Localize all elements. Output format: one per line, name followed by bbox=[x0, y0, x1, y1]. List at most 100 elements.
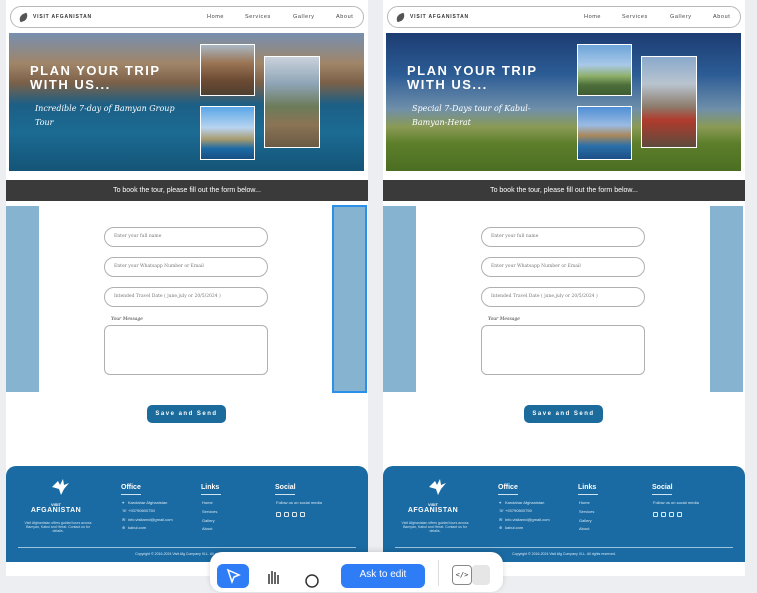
office-address: Kandahar Afghanistan bbox=[128, 500, 168, 505]
date-input[interactable]: Intended Travel Date ( june,july or 20/5… bbox=[104, 287, 268, 307]
globe-icon: ⊕ bbox=[499, 525, 503, 530]
nav-home[interactable]: Home bbox=[207, 14, 224, 20]
links-heading: Links bbox=[578, 484, 597, 491]
message-label: Your Message bbox=[488, 317, 520, 322]
nav-about[interactable]: About bbox=[713, 14, 730, 20]
mail-icon: ✉ bbox=[122, 517, 126, 522]
left-sidebar-panel bbox=[383, 206, 416, 392]
footer-link-gallery[interactable]: Gallery bbox=[579, 518, 592, 523]
social-text: Follow us on social media bbox=[276, 500, 322, 505]
save-and-send-button[interactable]: Save and Send bbox=[147, 405, 226, 423]
herat-minaret-photo bbox=[577, 44, 632, 96]
select-tool-button[interactable] bbox=[217, 564, 249, 588]
nav-gallery[interactable]: Gallery bbox=[293, 14, 315, 20]
nav-about[interactable]: About bbox=[336, 14, 353, 20]
globe-icon: ⊕ bbox=[122, 525, 126, 530]
contact-input[interactable]: Enter your Whatsapp Number or Email bbox=[481, 257, 645, 277]
office-website[interactable]: kabul.com bbox=[505, 525, 523, 530]
links-underline bbox=[201, 494, 221, 495]
footer-link-services[interactable]: Services bbox=[579, 509, 594, 514]
office-heading: Office bbox=[121, 484, 141, 491]
editor-toolbar: Ask to edit </> bbox=[210, 552, 503, 592]
footer-link-home[interactable]: Home bbox=[202, 500, 213, 505]
name-input[interactable]: Enter your full name bbox=[104, 227, 268, 247]
twitter-icon[interactable] bbox=[661, 512, 666, 517]
code-view-icon[interactable]: </> bbox=[452, 565, 472, 585]
logo-text[interactable]: VISIT AFGANISTAN bbox=[410, 14, 469, 20]
date-input[interactable]: Intended Travel Date ( june,july or 20/5… bbox=[481, 287, 645, 307]
office-underline bbox=[498, 494, 518, 495]
social-heading: Social bbox=[652, 484, 673, 491]
comment-tool-button[interactable] bbox=[296, 564, 328, 588]
lake-photo bbox=[200, 106, 255, 160]
logo-text[interactable]: VISIT AFGANISTAN bbox=[33, 14, 92, 20]
footer-divider bbox=[395, 547, 733, 548]
instagram-icon[interactable] bbox=[669, 512, 674, 517]
toolbar-divider bbox=[438, 560, 439, 586]
hero-banner: PLAN YOUR TRIP WITH US... Incredible 7-d… bbox=[9, 33, 364, 171]
mail-icon: ✉ bbox=[499, 517, 503, 522]
footer-brand-large: AFGANISTAN bbox=[407, 507, 459, 514]
links-underline bbox=[578, 494, 598, 495]
contact-input[interactable]: Enter your Whatsapp Number or Email bbox=[104, 257, 268, 277]
hero-subtitle: Special 7-Days tour of Kabul-Bamyan-Hera… bbox=[412, 104, 531, 127]
social-underline bbox=[652, 494, 672, 495]
facebook-icon[interactable] bbox=[276, 512, 281, 517]
location-icon: ⌖ bbox=[122, 500, 125, 505]
navbar: VISIT AFGANISTAN Home Services Gallery A… bbox=[387, 6, 741, 28]
mountain-valley-photo bbox=[264, 56, 320, 148]
nav-services[interactable]: Services bbox=[245, 14, 271, 20]
message-label: Your Message bbox=[111, 317, 143, 322]
hero-subtitle: Incredible 7-day of Bamyan Group Tour bbox=[35, 104, 175, 127]
office-email[interactable]: info.visitarnd@gmail.com bbox=[128, 517, 173, 522]
twitter-icon[interactable] bbox=[284, 512, 289, 517]
instagram-icon[interactable] bbox=[292, 512, 297, 517]
social-underline bbox=[275, 494, 295, 495]
board-left: VISIT AFGANISTAN Home Services Gallery A… bbox=[6, 0, 368, 576]
kabul-hill-photo bbox=[641, 56, 697, 148]
office-address: Kandahar Afghanistan bbox=[505, 500, 545, 505]
leaf-logo-icon bbox=[18, 12, 29, 23]
cursor-icon bbox=[226, 568, 241, 585]
footer-link-services[interactable]: Services bbox=[202, 509, 217, 514]
name-input[interactable]: Enter your full name bbox=[481, 227, 645, 247]
footer-link-home[interactable]: Home bbox=[579, 500, 590, 505]
save-and-send-button[interactable]: Save and Send bbox=[524, 405, 603, 423]
message-textarea[interactable] bbox=[104, 325, 268, 375]
office-website[interactable]: kabul.com bbox=[128, 525, 146, 530]
office-email[interactable]: info.visitarnd@gmail.com bbox=[505, 517, 550, 522]
ask-to-edit-button[interactable]: Ask to edit bbox=[341, 564, 425, 588]
hand-icon bbox=[268, 571, 279, 584]
navbar: VISIT AFGANISTAN Home Services Gallery A… bbox=[10, 6, 364, 28]
footer-description: Visit Afghanistan offers guided tours ac… bbox=[24, 521, 92, 533]
footer-brand-large: AFGANISTAN bbox=[30, 507, 82, 514]
links-heading: Links bbox=[201, 484, 220, 491]
nav-home[interactable]: Home bbox=[584, 14, 601, 20]
footer-link-about[interactable]: About bbox=[202, 526, 212, 531]
social-text: Follow us on social media bbox=[653, 500, 699, 505]
left-sidebar-panel bbox=[6, 206, 39, 392]
message-textarea[interactable] bbox=[481, 325, 645, 375]
footer-link-gallery[interactable]: Gallery bbox=[202, 518, 215, 523]
selection-outline bbox=[332, 205, 367, 393]
nav-gallery[interactable]: Gallery bbox=[670, 14, 692, 20]
form-banner: To book the tour, please fill out the fo… bbox=[383, 180, 745, 201]
facebook-icon[interactable] bbox=[653, 512, 658, 517]
footer-description: Visit Afghanistan offers guided tours ac… bbox=[401, 521, 469, 533]
hero-title: PLAN YOUR TRIP WITH US... bbox=[407, 63, 538, 92]
office-heading: Office bbox=[498, 484, 518, 491]
eagle-logo-icon bbox=[429, 479, 446, 495]
toolbar-extra-button[interactable] bbox=[472, 565, 490, 585]
footer-link-about[interactable]: About bbox=[579, 526, 589, 531]
office-phone[interactable]: +93790600750 bbox=[505, 508, 532, 513]
office-phone[interactable]: +93790600750 bbox=[128, 508, 155, 513]
hero-banner: PLAN YOUR TRIP WITH US... Special 7-Days… bbox=[386, 33, 741, 171]
footer: VISIT AFGANISTAN Visit Afghanistan offer… bbox=[6, 466, 368, 562]
location-icon: ⌖ bbox=[499, 500, 502, 505]
nav-services[interactable]: Services bbox=[622, 14, 648, 20]
leaf-logo-icon bbox=[395, 12, 406, 23]
office-underline bbox=[121, 494, 141, 495]
hand-tool-button[interactable] bbox=[258, 564, 290, 588]
youtube-icon[interactable] bbox=[677, 512, 682, 517]
youtube-icon[interactable] bbox=[300, 512, 305, 517]
